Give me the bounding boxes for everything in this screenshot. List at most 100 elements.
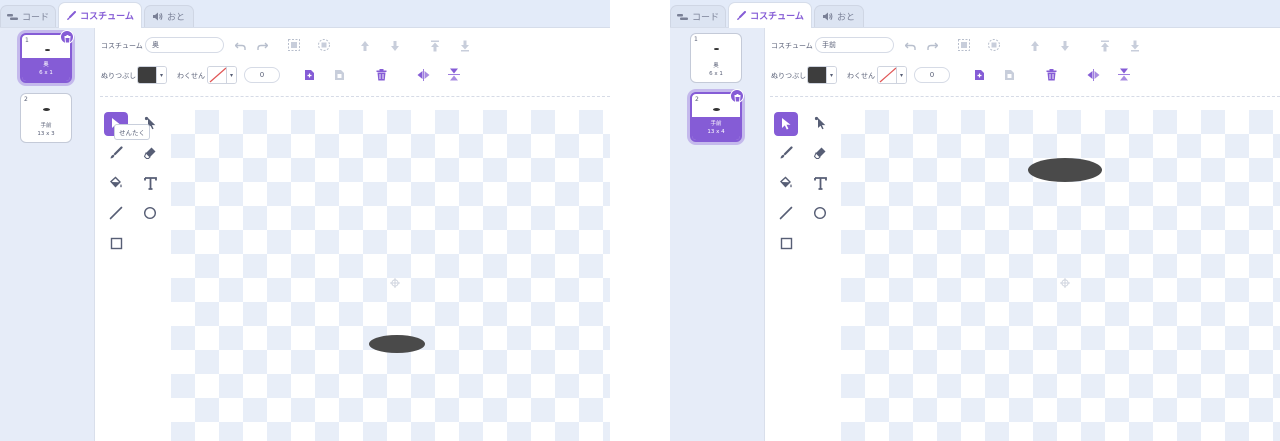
costume-preview [713, 108, 720, 111]
outline-width-stepper[interactable]: 0 [244, 67, 280, 83]
circle-tool[interactable] [808, 202, 832, 226]
back-button[interactable] [1128, 39, 1142, 53]
forward-button[interactable] [358, 39, 372, 53]
tab-costume-label: コスチューム [750, 12, 804, 22]
group-button[interactable] [956, 38, 972, 54]
fill-color-swatch [808, 67, 828, 83]
tab-costume[interactable]: コスチューム [58, 2, 142, 28]
costume-list: 1 奥 6 x 1 2 手前 13 x 3 [0, 28, 95, 441]
trash-icon [64, 28, 71, 47]
fill-color-picker[interactable]: ▾ [137, 66, 167, 84]
paste-button[interactable] [332, 68, 346, 82]
toolbar-separator [100, 96, 610, 97]
tab-sound[interactable]: おと [814, 5, 864, 27]
reshape-tool[interactable] [808, 112, 832, 136]
undo-button[interactable] [233, 39, 247, 51]
tab-code[interactable]: コード [0, 5, 56, 27]
ungroup-button[interactable] [986, 38, 1002, 54]
back-button[interactable] [458, 39, 472, 53]
delete-icon [1046, 66, 1057, 85]
fill-tool[interactable] [774, 172, 798, 196]
paste-icon [1004, 66, 1015, 85]
front-button[interactable] [1098, 39, 1112, 53]
paint-canvas[interactable] [841, 110, 1280, 441]
circle-tool[interactable] [138, 202, 162, 226]
line-tool[interactable] [104, 202, 128, 226]
fill-tool[interactable] [104, 172, 128, 196]
costume-thumb-1[interactable]: 1 奥 6 x 1 [690, 33, 742, 83]
rectangle-tool[interactable] [104, 232, 128, 256]
eraser-tool[interactable] [808, 142, 832, 166]
redo-button[interactable] [255, 39, 269, 51]
forward-button[interactable] [1028, 39, 1042, 53]
chevron-down-icon: ▾ [226, 67, 236, 83]
redo-icon [256, 36, 268, 55]
outline-color-picker[interactable]: ▾ [207, 66, 237, 84]
tab-costume[interactable]: コスチューム [728, 2, 812, 28]
brush-tool[interactable] [104, 142, 128, 166]
text-tool[interactable] [138, 172, 162, 196]
backward-button[interactable] [1058, 39, 1072, 53]
front-button[interactable] [428, 39, 442, 53]
backward-button[interactable] [388, 39, 402, 53]
line-icon [779, 205, 793, 224]
costume-preview [45, 49, 50, 51]
tab-sound[interactable]: おと [144, 5, 194, 27]
outline-color-picker[interactable]: ▾ [877, 66, 907, 84]
tab-costume-label: コスチューム [80, 12, 134, 22]
flip-vertical-button[interactable] [1117, 68, 1131, 82]
delete-costume-button[interactable] [60, 30, 74, 44]
ellipse-shape[interactable] [1028, 158, 1102, 182]
brush-tool-icon [779, 145, 793, 164]
speaker-icon [152, 12, 163, 21]
flip-vertical-button[interactable] [447, 68, 461, 82]
copy-button[interactable] [972, 68, 986, 82]
costume-name: 手前 [710, 121, 722, 127]
delete-button[interactable] [374, 68, 388, 82]
text-tool[interactable] [808, 172, 832, 196]
outline-width-value: 0 [259, 71, 265, 79]
outline-label: わくせん [177, 72, 205, 80]
costume-label: 手前 13 x 4 [692, 117, 740, 140]
flip-horizontal-icon [417, 66, 430, 85]
ungroup-icon [317, 37, 331, 56]
flip-horizontal-button[interactable] [1086, 68, 1100, 82]
paste-button[interactable] [1002, 68, 1016, 82]
flip-horizontal-button[interactable] [416, 68, 430, 82]
eraser-tool[interactable] [138, 142, 162, 166]
gap [610, 0, 670, 441]
back-icon [459, 37, 471, 56]
delete-costume-button[interactable] [730, 89, 744, 103]
costume-editor-right: コード コスチューム おと 1 奥 6 x 1 2 手前 13 x 4 コスチュ… [670, 0, 1280, 441]
outline-width-stepper[interactable]: 0 [914, 67, 950, 83]
ungroup-button[interactable] [316, 38, 332, 54]
line-tool[interactable] [774, 202, 798, 226]
costume-thumb-2[interactable]: 2 手前 13 x 3 [20, 93, 72, 143]
brush-tool[interactable] [774, 142, 798, 166]
delete-button[interactable] [1044, 68, 1058, 82]
undo-button[interactable] [903, 39, 917, 51]
costume-number: 1 [694, 36, 698, 43]
redo-button[interactable] [925, 39, 939, 51]
tab-code[interactable]: コード [670, 5, 726, 27]
rectangle-tool[interactable] [774, 232, 798, 256]
costume-name-label: コスチューム [101, 42, 143, 50]
costume-number: 1 [25, 37, 29, 44]
ellipse-shape[interactable] [369, 335, 425, 353]
eraser-icon [813, 145, 827, 164]
undo-icon [904, 36, 916, 55]
tab-code-label: コード [691, 13, 719, 23]
costume-name: 手前 [40, 123, 52, 129]
outline-width-value: 0 [929, 71, 935, 79]
fill-color-picker[interactable]: ▾ [807, 66, 837, 84]
flip-vertical-icon [1118, 66, 1130, 85]
costume-name-input[interactable] [145, 37, 224, 53]
copy-button[interactable] [302, 68, 316, 82]
costume-name-input[interactable] [815, 37, 894, 53]
flip-vertical-icon [448, 66, 460, 85]
paste-icon [334, 66, 345, 85]
select-tool[interactable] [774, 112, 798, 136]
paint-canvas[interactable] [171, 110, 610, 441]
reshape-icon [814, 115, 827, 134]
group-button[interactable] [286, 38, 302, 54]
